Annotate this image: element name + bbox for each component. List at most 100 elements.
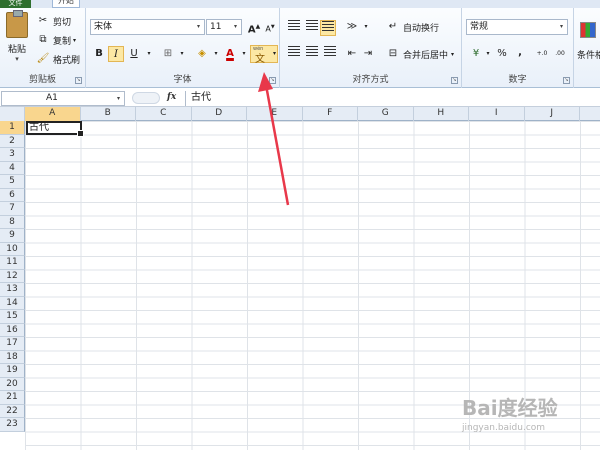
row-header-7[interactable]: 7 <box>0 202 25 216</box>
name-box[interactable]: A1 ▾ <box>1 91 125 106</box>
chevron-down-icon[interactable]: ▾ <box>358 19 374 35</box>
percent-button[interactable]: % <box>494 46 510 62</box>
column-header-d[interactable]: D <box>192 107 247 121</box>
watermark-brand: Bai度经验 <box>462 396 558 420</box>
dialog-launcher-icon[interactable]: ↘ <box>451 77 458 84</box>
row-header-20[interactable]: 20 <box>0 377 25 391</box>
formula-bar: A1 ▾ fx 古代 <box>0 90 600 107</box>
format-painter-button[interactable]: 🖌 格式刷 <box>36 52 80 66</box>
increase-decimal-icon[interactable]: +.0 <box>534 46 550 62</box>
column-header-overflow[interactable] <box>580 107 600 121</box>
row-header-1[interactable]: 1 <box>0 121 25 135</box>
wrap-text-label: 自动换行 <box>403 23 440 34</box>
paste-button[interactable]: 粘贴 ▾ <box>4 10 30 64</box>
phonetic-char-label: 文 <box>255 54 265 65</box>
row-header-18[interactable]: 18 <box>0 350 25 364</box>
column-header-a[interactable]: A <box>25 107 81 121</box>
row-header-2[interactable]: 2 <box>0 134 25 148</box>
paste-label: 粘贴 <box>7 45 26 55</box>
chevron-down-icon[interactable]: ▾ <box>141 46 157 62</box>
font-name-select[interactable]: 宋体 ▾ <box>90 19 205 35</box>
column-header-g[interactable]: G <box>358 107 414 121</box>
increase-indent-icon[interactable]: ⇥ <box>360 46 376 62</box>
formula-bar-handle[interactable] <box>132 92 160 104</box>
conditional-format-label[interactable]: 条件格 <box>577 48 600 61</box>
row-header-6[interactable]: 6 <box>0 188 25 202</box>
tab-file[interactable]: 文件 <box>0 0 31 8</box>
column-header-b[interactable]: B <box>81 107 136 121</box>
align-left-button[interactable] <box>286 46 302 62</box>
chevron-down-icon: ▾ <box>196 23 200 30</box>
copy-button[interactable]: ⧉ 复制 ▾ <box>36 33 76 47</box>
formula-input[interactable]: 古代 <box>185 91 600 106</box>
decrease-indent-icon[interactable]: ⇤ <box>344 46 360 62</box>
row-header-9[interactable]: 9 <box>0 229 25 243</box>
row-header-13[interactable]: 13 <box>0 283 25 297</box>
conditional-format-icon[interactable] <box>580 22 596 38</box>
cut-label: 剪切 <box>53 17 72 28</box>
underline-button[interactable]: U <box>126 46 142 62</box>
align-middle-button[interactable] <box>304 20 320 36</box>
shrink-font-button[interactable]: A▼ <box>262 19 278 35</box>
row-header-3[interactable]: 3 <box>0 148 25 162</box>
row-header-12[interactable]: 12 <box>0 269 25 283</box>
select-all-corner[interactable] <box>0 107 25 121</box>
column-header-i[interactable]: I <box>469 107 525 121</box>
wrap-text-button[interactable]: ↵ 自动换行 <box>386 20 439 34</box>
ribbon: 粘贴 ▾ ✂ 剪切 ⧉ 复制 ▾ 🖌 格式刷 剪贴板 ↘ 宋体 ▾ 11 ▾ A… <box>0 8 600 88</box>
number-group-label: 数字 <box>508 75 527 85</box>
row-header-22[interactable]: 22 <box>0 404 25 418</box>
row-header-15[interactable]: 15 <box>0 310 25 324</box>
column-header-c[interactable]: C <box>136 107 192 121</box>
ribbon-tabs: 文件 开始 <box>0 0 600 8</box>
decrease-decimal-icon[interactable]: .00 <box>552 46 568 62</box>
column-header-j[interactable]: J <box>525 107 580 121</box>
row-header-5[interactable]: 5 <box>0 175 25 189</box>
fx-icon[interactable]: fx <box>167 92 176 102</box>
column-header-e[interactable]: E <box>247 107 303 121</box>
number-format-value: 常规 <box>470 22 489 32</box>
row-headers: 1 2 3 4 5 6 7 8 9 10 11 12 13 14 15 16 17 18 19 20 21 22 23 <box>0 121 25 432</box>
clipboard-group-label: 剪贴板 <box>28 75 56 85</box>
alignment-group-label: 对齐方式 <box>352 75 389 85</box>
align-center-button[interactable] <box>304 46 320 62</box>
column-header-f[interactable]: F <box>303 107 358 121</box>
row-header-19[interactable]: 19 <box>0 364 25 378</box>
chevron-down-icon: ▾ <box>272 50 276 57</box>
row-header-11[interactable]: 11 <box>0 256 25 270</box>
cut-button[interactable]: ✂ 剪切 <box>36 14 71 28</box>
row-header-23[interactable]: 23 <box>0 418 25 432</box>
dialog-launcher-icon[interactable]: ↘ <box>269 77 276 84</box>
column-header-h[interactable]: H <box>414 107 469 121</box>
row-header-21[interactable]: 21 <box>0 391 25 405</box>
align-bottom-button[interactable] <box>320 20 336 36</box>
format-painter-label: 格式刷 <box>53 55 81 66</box>
tab-home[interactable]: 开始 <box>52 0 80 8</box>
cell-a1-value: 古代 <box>29 122 49 133</box>
watermark-url: jingyan.baidu.com <box>462 423 546 433</box>
row-header-10[interactable]: 10 <box>0 242 25 256</box>
merge-center-button[interactable]: ⊟ 合并后居中 ▾ <box>386 47 454 61</box>
italic-button[interactable]: I <box>108 46 124 62</box>
grow-font-button[interactable]: A▲ <box>246 19 262 35</box>
bold-button[interactable]: B <box>91 46 107 62</box>
align-right-button[interactable] <box>322 46 338 62</box>
font-size-select[interactable]: 11 ▾ <box>206 19 242 35</box>
dialog-launcher-icon[interactable]: ↘ <box>563 77 570 84</box>
dialog-launcher-icon[interactable]: ↘ <box>75 77 82 84</box>
font-name-value: 宋体 <box>94 22 113 32</box>
number-group: 常规 ▾ ¥ ▾ % , +.0 .00 数字 ↘ <box>462 8 574 88</box>
row-header-4[interactable]: 4 <box>0 161 25 175</box>
chevron-down-icon[interactable]: ▾ <box>174 46 190 62</box>
row-header-14[interactable]: 14 <box>0 296 25 310</box>
row-header-17[interactable]: 17 <box>0 337 25 351</box>
chevron-down-icon: ▾ <box>15 55 19 63</box>
chevron-down-icon[interactable]: ▾ <box>117 92 120 105</box>
comma-button[interactable]: , <box>512 45 528 61</box>
chevron-down-icon: ▾ <box>559 23 563 30</box>
number-format-select[interactable]: 常规 ▾ <box>466 19 568 35</box>
row-header-8[interactable]: 8 <box>0 215 25 229</box>
phonetic-guide-button[interactable]: wén 文 ▾ <box>250 45 278 65</box>
align-top-button[interactable] <box>286 20 302 36</box>
row-header-16[interactable]: 16 <box>0 323 25 337</box>
